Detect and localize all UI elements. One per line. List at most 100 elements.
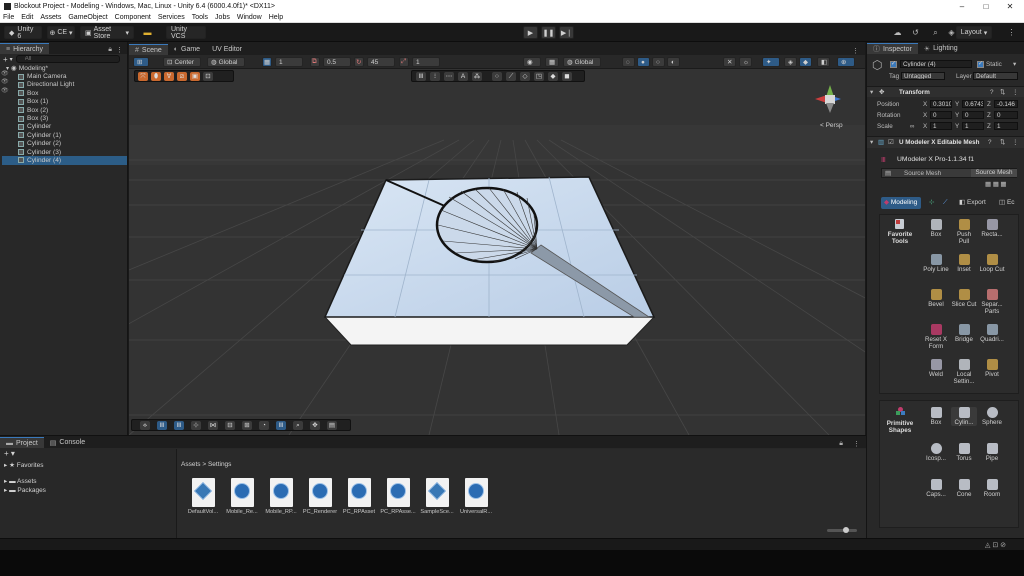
primitive-button[interactable]: Cone (951, 479, 977, 498)
rotation-z-field[interactable]: 0 (994, 111, 1018, 119)
grid-snap-toggle[interactable]: ▦ (262, 57, 272, 67)
cloud-badge-icon[interactable]: ▬ (142, 27, 153, 38)
scene-visibility-toggle[interactable]: ◧ (817, 57, 830, 67)
link-scale-icon[interactable]: ∞ (910, 123, 915, 130)
hierarchy-item[interactable]: Cylinder (1) (2, 131, 127, 139)
paint-mode-icon[interactable]: ⟋ (943, 199, 947, 207)
rotate-icon[interactable]: ◔ (259, 421, 269, 430)
rect-tool-icon[interactable]: ⧄ (177, 72, 187, 81)
asset-item[interactable]: SampleSce... (419, 478, 455, 515)
favorites-item[interactable]: ▸ ★ Favorites (4, 461, 43, 469)
tool-button[interactable]: Inset (951, 254, 977, 273)
hierarchy-item[interactable]: Cylinder (4) (2, 156, 127, 165)
tab-game[interactable]: ◐ Game (168, 44, 206, 55)
scene-viewport[interactable]: < Persp (129, 55, 865, 435)
point-icon[interactable]: ○ (492, 72, 502, 81)
2d-toggle[interactable]: ✕ (723, 57, 736, 67)
tab-scene[interactable]: # Scene (129, 44, 168, 55)
asset-item[interactable]: PC_Renderer (302, 478, 338, 515)
asset-item[interactable]: DefaultVol... (185, 478, 221, 515)
hierarchy-item[interactable]: Cylinder (3) (2, 148, 127, 156)
tool-button[interactable]: Bevel (923, 289, 949, 308)
snap-value-field[interactable]: 0.5 (323, 57, 351, 67)
tool-button[interactable]: Recta... (979, 219, 1005, 238)
tab-ec[interactable]: ◫ Ec (999, 197, 1024, 209)
rotation-y-field[interactable]: 0 (962, 111, 984, 119)
hierarchy-item[interactable]: Main Camera (2, 72, 127, 80)
packages-tree-item[interactable]: ▸ ▬ Packages (4, 486, 46, 494)
visibility-eye-icon[interactable]: 👁︎ (1, 78, 11, 86)
rotate-snap-icon[interactable]: ↻ (354, 57, 364, 67)
angle-snap-field[interactable]: 45 (367, 57, 395, 67)
tab-uv-editor[interactable]: UV Editor (206, 44, 248, 55)
scale-snap-field[interactable]: 1 (412, 57, 440, 67)
primitive-button[interactable]: Box (923, 407, 949, 426)
help-icon[interactable]: ? (990, 89, 994, 96)
umodeler-icon[interactable]: Ⅲ (276, 421, 286, 430)
pivot-dropdown[interactable]: ⊡ Center (163, 57, 201, 67)
menu-gameobject[interactable]: GameObject (68, 14, 107, 21)
lock-icon[interactable]: 🔒︎ (108, 46, 112, 54)
umodeler-icon[interactable]: Ⅲ (174, 421, 184, 430)
asset-item[interactable]: Mobile_Re... (224, 478, 260, 515)
source-mesh-button[interactable]: Source Mesh (971, 169, 1017, 177)
scale-z-field[interactable]: 1 (994, 122, 1018, 130)
static-checkbox[interactable]: ✓ (977, 61, 984, 68)
tool-button[interactable]: Local Settin... (951, 359, 977, 385)
more-menu-icon[interactable]: ⋮ (1006, 27, 1017, 38)
screen-icon[interactable]: ▤ (327, 421, 337, 430)
mirror-icon[interactable]: ⋈ (208, 421, 218, 430)
vertex-mode-icon[interactable]: ⁝ (430, 72, 440, 81)
pause-button[interactable]: ❚❚ (541, 26, 556, 39)
lighting-toggle[interactable]: ☼ (739, 57, 752, 67)
increment-snap-icon[interactable]: ⧉ (310, 57, 320, 67)
hierarchy-item[interactable]: Box (1) (2, 98, 127, 106)
tool-button[interactable]: Bridge (951, 324, 977, 343)
object-mode-icon[interactable]: ⁂ (472, 72, 482, 81)
layout-dropdown[interactable]: Layout ▾ (956, 26, 992, 39)
more-icon[interactable]: ⋮ (852, 47, 859, 55)
scale-tool-icon[interactable]: ∀ (164, 72, 174, 81)
snap-icon[interactable]: ⊹ (191, 421, 201, 430)
static-dropdown-icon[interactable]: ▾ (1013, 61, 1016, 68)
menu-jobs[interactable]: Jobs (215, 14, 230, 21)
primitive-button[interactable]: Sphere (979, 407, 1005, 426)
more-icon[interactable]: ⋮ (1012, 89, 1018, 96)
hierarchy-search-input[interactable] (15, 55, 120, 63)
primitive-button[interactable]: Caps... (923, 479, 949, 498)
tool-button[interactable]: Reset X Form (923, 324, 949, 350)
align-icon[interactable]: ⊟ (225, 421, 235, 430)
primitive-button[interactable]: Icosp... (923, 443, 949, 462)
preset-icon[interactable]: ⇅ (1000, 139, 1005, 146)
visibility-dropdown[interactable]: ◉ (523, 57, 541, 67)
history-icon[interactable]: ↺ (910, 27, 921, 38)
tag-dropdown[interactable]: Untagged (901, 72, 945, 80)
object-name-field[interactable]: Cylinder (4) (900, 60, 972, 68)
layer-dropdown[interactable]: Default (973, 72, 1018, 80)
active-checkbox[interactable]: ✓ (890, 61, 897, 68)
transform-tool-icon[interactable]: ▣ (190, 72, 200, 81)
hierarchy-item[interactable]: Box (2) (2, 106, 127, 114)
hierarchy-mode-icon[interactable]: ⊹ (929, 199, 934, 206)
scale-y-field[interactable]: 1 (962, 122, 984, 130)
element-icon[interactable]: ◳ (534, 72, 544, 81)
assets-tree-item[interactable]: ▸ ▬ Assets (4, 477, 37, 485)
effects-dropdown[interactable]: ✦ (762, 57, 780, 67)
create-asset-icon[interactable]: + ▾ (4, 449, 15, 458)
menu-edit[interactable]: Edit (21, 14, 33, 21)
brush-icon[interactable]: ⟡ (140, 421, 150, 430)
tool-button[interactable]: Push Pull (951, 219, 977, 245)
tool-button[interactable]: Poly Line (923, 254, 949, 273)
visibility-eye-icon[interactable]: 👁︎ (1, 87, 11, 95)
tab-console[interactable]: ▤ Console (44, 437, 91, 448)
primitive-button[interactable]: Room (979, 479, 1005, 498)
grid-size-field[interactable]: 1 (275, 57, 303, 67)
cloud-icon[interactable]: ☁ (892, 27, 903, 38)
enabled-checkbox[interactable]: ☑ (888, 139, 894, 146)
asset-item[interactable]: Mobile_RP... (263, 478, 299, 515)
tab-modeling[interactable]: ◆ Modeling (881, 197, 921, 209)
unity-account-button[interactable]: ◆ Unity 6 (4, 26, 42, 40)
tool-button[interactable]: Pivot (979, 359, 1005, 378)
position-y-field[interactable]: 0.6743 (962, 100, 984, 108)
help-icon[interactable]: ? (988, 139, 992, 146)
